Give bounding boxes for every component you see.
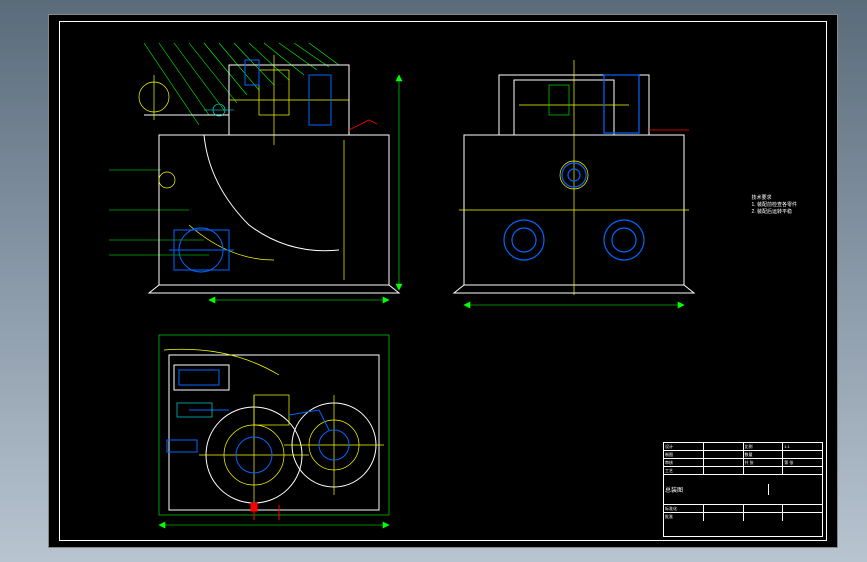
tb-cell: 设计 [664, 443, 704, 450]
drawing-number [769, 489, 822, 491]
tb-cell [783, 513, 822, 521]
tb-cell [704, 505, 744, 512]
tb-cell: 审核 [664, 459, 704, 466]
tb-cell: 共 张 [744, 459, 784, 466]
tb-cell [744, 513, 784, 521]
tb-cell: 第 张 [783, 459, 822, 466]
tb-cell: 标准化 [664, 505, 704, 512]
tb-cell [704, 513, 744, 521]
tb-cell: 批准 [664, 513, 704, 521]
tb-cell [744, 467, 784, 474]
tb-cell [704, 459, 744, 466]
note-title: 技术要求 [751, 195, 797, 202]
tb-cell [704, 443, 744, 450]
tb-cell: 1:1 [783, 443, 822, 450]
tb-cell [783, 451, 822, 458]
tb-cell: 比例 [744, 443, 784, 450]
tb-cell [783, 467, 822, 474]
tb-cell: 数量 [744, 451, 784, 458]
tb-cell: 制图 [664, 451, 704, 458]
note-line: 2. 装配后运转平稳 [751, 209, 797, 216]
title-block: 设计 比例 1:1 制图 数量 审核 共 张 第 张 工艺 总装图 [663, 442, 823, 537]
technical-requirements: 技术要求 1. 装配前检查各零件 2. 装配后运转平稳 [751, 195, 797, 216]
tb-cell [783, 505, 822, 512]
tb-cell: 工艺 [664, 467, 704, 474]
tb-cell [704, 467, 744, 474]
cad-canvas[interactable]: 技术要求 1. 装配前检查各零件 2. 装配后运转平稳 设计 比例 1:1 制图… [48, 14, 838, 548]
tb-cell [704, 451, 744, 458]
drawing-name: 总装图 [664, 484, 769, 495]
note-line: 1. 装配前检查各零件 [751, 202, 797, 209]
tb-cell [744, 505, 784, 512]
